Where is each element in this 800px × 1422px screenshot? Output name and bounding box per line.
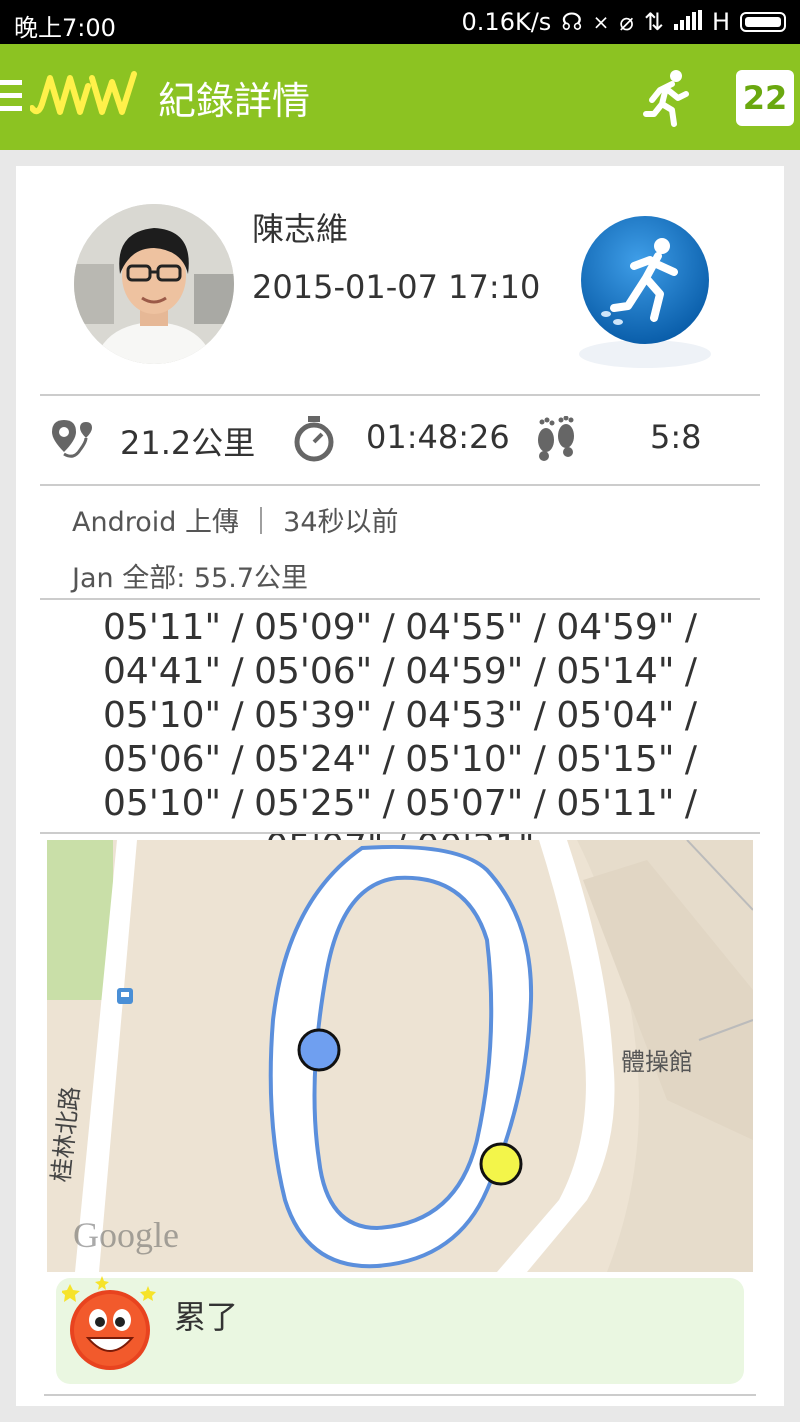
comment-text: 累了 (174, 1298, 239, 1336)
split-item: 05'09" (254, 607, 373, 648)
calendar-badge[interactable]: 22 (736, 70, 794, 126)
running-icon[interactable] (636, 68, 696, 128)
split-item: 05'39" (254, 695, 373, 736)
bluetooth-icon: ⨯ (592, 10, 610, 34)
menu-icon[interactable] (0, 80, 22, 114)
split-item: 05'14" (556, 651, 675, 692)
divider (44, 1394, 756, 1396)
mute-icon: ⌀ (619, 8, 634, 36)
record-datetime: 2015-01-07 17:10 (252, 268, 541, 306)
split-item: 05'10" (103, 783, 222, 824)
split-item: 05'11" (556, 783, 675, 824)
running-sport-icon (579, 216, 711, 368)
month-total: Jan 全部: 55.7公里 (72, 563, 308, 594)
upload-info: Android 上傳 ｜ 34秒以前 (72, 507, 399, 538)
route-end-marker[interactable] (479, 1142, 523, 1186)
steps-value: 5:8 (650, 418, 702, 456)
happy-face-icon (62, 1276, 156, 1370)
divider (40, 598, 760, 600)
split-item: 05'06" (254, 651, 373, 692)
network-type: H (711, 8, 730, 36)
split-item: 04'59" (405, 651, 524, 692)
distance-value: 21.2公里 (120, 424, 256, 462)
stopwatch-icon (294, 416, 334, 462)
duration-value: 01:48:26 (366, 418, 510, 456)
net-speed: 0.16K/s (461, 8, 552, 36)
split-item: 04'59" (556, 607, 675, 648)
footprints-icon (538, 416, 574, 461)
map-place-label: 體操館 (621, 1048, 693, 1076)
headphone-icon: ☊ (561, 8, 583, 36)
split-item: 05'07" (405, 783, 524, 824)
status-bar: 晚上7:00 0.16K/s ☊ ⨯ ⌀ ⇅ H (0, 0, 800, 44)
avatar[interactable] (74, 204, 234, 364)
route-distance-icon (52, 420, 92, 458)
data-transfer-icon: ⇅ (643, 8, 664, 36)
user-name[interactable]: 陳志維 (252, 204, 348, 250)
battery-icon (740, 12, 786, 32)
map-attribution: Google (73, 1215, 179, 1255)
route-start-marker[interactable] (297, 1028, 341, 1072)
record-card: 陳志維 2015-01-07 17:10 21.2公里 01:48:26 5:8… (16, 166, 784, 1406)
stats-row: 21.2公里 01:48:26 5:8 (40, 396, 760, 482)
signal-icon (673, 8, 702, 36)
split-item: 05'04" (556, 695, 675, 736)
split-item: 05'10" (103, 695, 222, 736)
split-item: 05'24" (254, 739, 373, 780)
divider (40, 484, 760, 486)
split-item: 04'53" (405, 695, 524, 736)
divider (40, 832, 760, 834)
split-item: 05'11" (103, 607, 222, 648)
split-item: 05'15" (556, 739, 675, 780)
app-bar: 紀錄詳情 22 (0, 44, 800, 150)
app-logo[interactable] (30, 68, 148, 122)
split-item: 05'06" (103, 739, 222, 780)
split-item: 05'10" (405, 739, 524, 780)
split-item: 05'25" (254, 783, 373, 824)
split-item: 04'41" (103, 651, 222, 692)
route-map[interactable]: 體操館 桂林北路 Google (47, 840, 753, 1272)
split-item: 04'55" (405, 607, 524, 648)
page-title: 紀錄詳情 (158, 79, 311, 123)
status-icons: 0.16K/s ☊ ⨯ ⌀ ⇅ H (462, 8, 786, 36)
pace-splits: 05'11" / 05'09" / 04'55" / 04'59" / 04'4… (40, 606, 760, 870)
status-time: 晚上7:00 (14, 14, 116, 42)
